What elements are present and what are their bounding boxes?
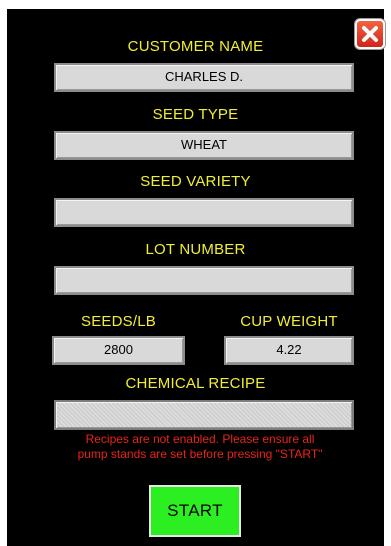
recipe-warning: Recipes are not enabled. Please ensure a… [30,432,370,462]
warning-line-1: Recipes are not enabled. Please ensure a… [85,432,315,446]
seed-variety-field[interactable] [54,198,354,227]
start-button[interactable]: START [149,485,241,537]
chemical-recipe-field[interactable] [54,400,354,430]
cup-weight-field[interactable]: 4.22 [224,336,354,365]
seed-variety-label: SEED VARIETY [140,173,251,190]
chemical-recipe-label: CHEMICAL RECIPE [125,375,266,392]
seed-type-field[interactable]: WHEAT [54,131,354,160]
seed-type-label: SEED TYPE [152,106,239,123]
seeds-per-lb-field[interactable]: 2800 [52,336,185,365]
warning-line-2: pump stands are set before pressing "STA… [77,447,323,461]
customer-name-label: CUSTOMER NAME [127,38,264,55]
lot-number-label: LOT NUMBER [145,241,246,258]
customer-name-field[interactable]: CHARLES D. [54,63,354,92]
lot-number-field[interactable] [54,266,354,295]
seeds-per-lb-label: SEEDS/LB [81,313,156,330]
cup-weight-label: CUP WEIGHT [240,313,338,330]
